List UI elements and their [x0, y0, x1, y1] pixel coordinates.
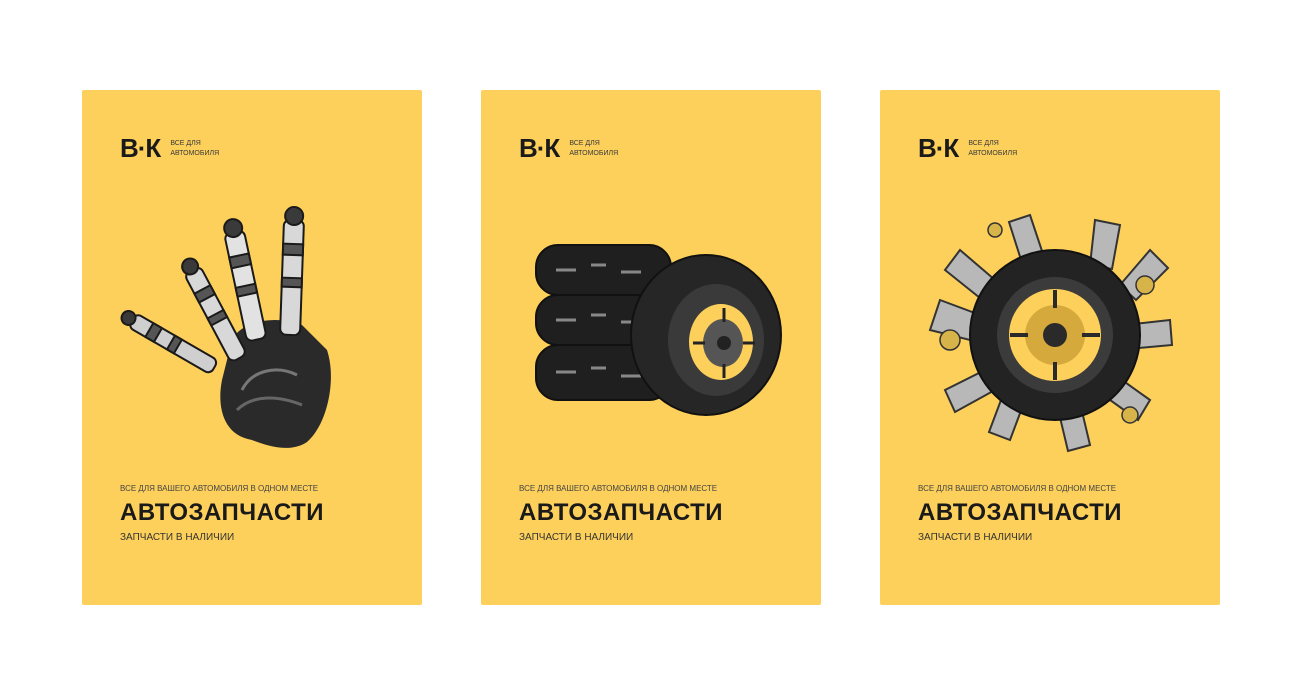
- tires-stack-icon: [535, 244, 782, 416]
- logo-line-1: ВСЕ ДЛЯ: [569, 139, 600, 147]
- poster-caption: ВСЕ ДЛЯ ВАШЕГО АВТОМОБИЛЯ В ОДНОМ МЕСТЕ …: [120, 485, 390, 543]
- caption-tagline: ВСЕ ДЛЯ ВАШЕГО АВТОМОБИЛЯ В ОДНОМ МЕСТЕ: [918, 485, 1117, 493]
- wheel-parts-burst-icon: [928, 213, 1174, 453]
- poster-gallery: В·К ВСЕ ДЛЯ АВТОМОБИЛЯ ВСЕ ДЛЯ ВАШЕГО АВ…: [0, 0, 1312, 698]
- logo-line-2: АВТОМОБИЛЯ: [968, 149, 1018, 157]
- caption-title: АВТОЗАПЧАСТИ: [918, 499, 1123, 526]
- hand-spark-plugs-icon: [120, 206, 331, 448]
- brand-logo: В·К ВСЕ ДЛЯ АВТОМОБИЛЯ: [918, 135, 1017, 161]
- logo-mark: В·К: [120, 133, 161, 163]
- caption-title: АВТОЗАПЧАСТИ: [120, 499, 325, 526]
- brand-logo: В·К ВСЕ ДЛЯ АВТОМОБИЛЯ: [519, 135, 618, 161]
- poster-caption: ВСЕ ДЛЯ ВАШЕГО АВТОМОБИЛЯ В ОДНОМ МЕСТЕ …: [519, 485, 789, 543]
- brand-logo: В·К ВСЕ ДЛЯ АВТОМОБИЛЯ: [120, 135, 219, 161]
- poster-card-1[interactable]: В·К ВСЕ ДЛЯ АВТОМОБИЛЯ ВСЕ ДЛЯ ВАШЕГО АВ…: [82, 90, 422, 605]
- poster-card-2[interactable]: В·К ВСЕ ДЛЯ АВТОМОБИЛЯ ВСЕ ДЛЯ ВАШЕГО АВ…: [481, 90, 821, 605]
- caption-subtitle: ЗАПЧАСТИ В НАЛИЧИИ: [120, 532, 235, 543]
- caption-title: АВТОЗАПЧАСТИ: [519, 499, 724, 526]
- caption-tagline: ВСЕ ДЛЯ ВАШЕГО АВТОМОБИЛЯ В ОДНОМ МЕСТЕ: [519, 485, 718, 493]
- logo-mark: В·К: [519, 133, 560, 163]
- logo-line-1: ВСЕ ДЛЯ: [170, 139, 201, 147]
- logo-line-2: АВТОМОБИЛЯ: [170, 149, 220, 157]
- poster-card-3[interactable]: В·К ВСЕ ДЛЯ АВТОМОБИЛЯ ВСЕ ДЛЯ ВАШЕГО АВ…: [880, 90, 1220, 605]
- caption-subtitle: ЗАПЧАСТИ В НАЛИЧИИ: [519, 532, 634, 543]
- logo-line-1: ВСЕ ДЛЯ: [968, 139, 999, 147]
- caption-tagline: ВСЕ ДЛЯ ВАШЕГО АВТОМОБИЛЯ В ОДНОМ МЕСТЕ: [120, 485, 319, 493]
- logo-line-2: АВТОМОБИЛЯ: [569, 149, 619, 157]
- logo-mark: В·К: [918, 133, 959, 163]
- caption-subtitle: ЗАПЧАСТИ В НАЛИЧИИ: [918, 532, 1033, 543]
- poster-caption: ВСЕ ДЛЯ ВАШЕГО АВТОМОБИЛЯ В ОДНОМ МЕСТЕ …: [918, 485, 1188, 543]
